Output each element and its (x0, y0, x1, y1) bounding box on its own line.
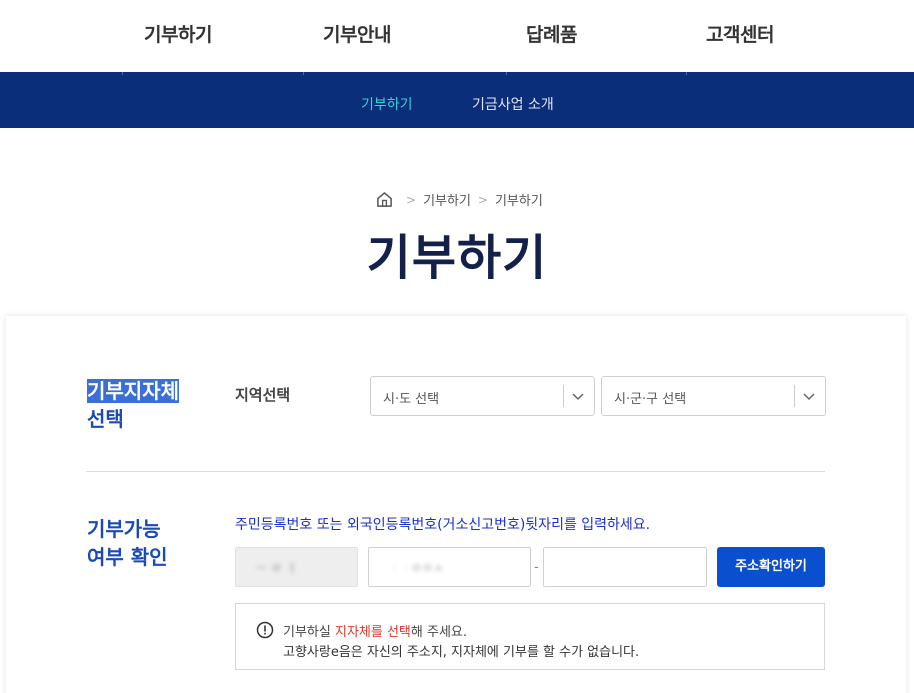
id-front-input: ㅡ ㄹ ㅓ (235, 547, 358, 587)
nav-divider (686, 72, 687, 75)
sido-select-value: 시·도 선택 (383, 392, 440, 407)
select-divider (563, 385, 564, 407)
top-nav-gifts[interactable]: 답례품 (526, 20, 577, 47)
notice-line1-post: 해 주세요. (410, 625, 467, 640)
top-nav-donate[interactable]: 기부하기 (144, 20, 212, 47)
page-title: 기부하기 (366, 230, 548, 286)
select-divider (794, 385, 795, 407)
sub-nav-fund-projects[interactable]: 기금사업 소개 (472, 94, 554, 114)
donation-form-card: 기부지자체 선택 지역선택 시·도 선택 시·군·구 선택 기부가능 여부 확인… (6, 316, 906, 693)
chevron-right-icon: > (477, 192, 488, 207)
home-icon[interactable] (376, 191, 393, 208)
nav-divider (122, 72, 123, 75)
chevron-down-icon (572, 393, 584, 401)
region-label: 지역선택 (235, 386, 291, 404)
chevron-right-icon: > (406, 192, 417, 207)
top-nav-customer-center[interactable]: 고객센터 (706, 20, 774, 47)
sigungu-select-value: 시·군·구 선택 (614, 392, 687, 407)
notice-line1: 기부하실 지자체를 선택해 주세요. (283, 621, 467, 640)
breadcrumb-item[interactable]: 기부하기 (423, 190, 471, 209)
chevron-down-icon (803, 393, 815, 401)
sigungu-select[interactable]: 시·군·구 선택 (601, 376, 826, 416)
section-divider (86, 471, 825, 472)
sub-nav: 기부하기 기금사업 소개 (0, 72, 914, 128)
sido-select[interactable]: 시·도 선택 (370, 376, 595, 416)
notice-line1-pre: 기부하실 (283, 625, 335, 640)
id-guide-text: 주민등록번호 또는 외국인등록번호(거소신고번호)뒷자리를 입력하세요. (235, 517, 651, 533)
nav-divider (303, 72, 304, 75)
address-check-button[interactable]: 주소확인하기 (717, 547, 825, 587)
eligibility-title-line2: 여부 확인 (87, 545, 168, 569)
top-nav-donation-guide[interactable]: 기부안내 (323, 20, 391, 47)
id-dash: - (534, 560, 539, 575)
eligibility-section-title: 기부가능 여부 확인 (87, 515, 168, 571)
breadcrumb-item[interactable]: 기부하기 (495, 190, 543, 209)
top-nav: 기부하기 기부안내 답례품 고객센터 (0, 0, 914, 72)
notice-box: 기부하실 지자체를 선택해 주세요. 고향사랑e음은 자신의 주소지, 지자체에… (235, 603, 825, 670)
id-back-input[interactable] (543, 547, 707, 587)
id-middle-input[interactable]: ㆍㆍㅇㅇㅅ (368, 547, 531, 587)
breadcrumb: > 기부하기 > 기부하기 (376, 190, 543, 209)
sub-nav-donate[interactable]: 기부하기 (361, 94, 413, 114)
region-section-title: 기부지자체 선택 (87, 377, 179, 433)
notice-line2: 고향사랑e음은 자신의 주소지, 지자체에 기부를 할 수가 없습니다. (283, 645, 640, 660)
id-front-value: ㅡ ㄹ ㅓ (256, 561, 297, 575)
region-title-line2: 선택 (87, 407, 124, 431)
nav-divider (506, 72, 507, 75)
notice-highlight: 지자체를 선택 (334, 625, 411, 640)
exclamation-circle-icon (256, 621, 274, 639)
region-title-line1: 기부지자체 (87, 379, 179, 403)
eligibility-title-line1: 기부가능 (87, 517, 161, 541)
id-middle-value: ㆍㆍㅇㅇㅅ (389, 561, 445, 575)
